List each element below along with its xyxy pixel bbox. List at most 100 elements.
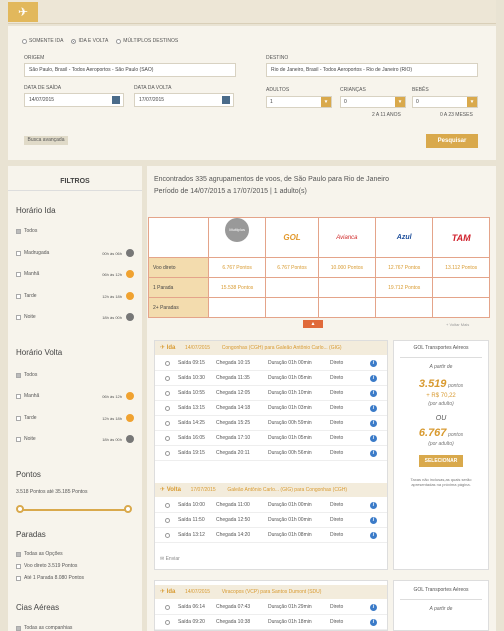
checkbox[interactable] xyxy=(16,436,21,442)
checkbox[interactable] xyxy=(16,415,21,421)
search-button[interactable]: Pesquisar xyxy=(426,134,478,148)
flight-radio[interactable] xyxy=(165,375,170,381)
flight-row[interactable]: Saída 06:14 Chegada 07:43 Duração 01h 29mi… xyxy=(155,600,387,615)
return-date-field[interactable]: 17/07/2015 xyxy=(134,93,234,107)
calendar-icon[interactable] xyxy=(222,96,230,104)
checkbox[interactable] xyxy=(16,314,21,320)
matrix-cell[interactable] xyxy=(317,277,377,298)
volta-filter-tarde[interactable]: Tarde 12h às 18h xyxy=(16,414,134,422)
send-link[interactable]: ✉ Enviar xyxy=(160,556,180,562)
matrix-cell[interactable]: 12.767 Pontos xyxy=(375,257,434,278)
checkbox[interactable] xyxy=(16,551,21,557)
matrix-cell[interactable]: 19.712 Pontos xyxy=(375,277,434,298)
trip-multi[interactable]: MÚLTIPLOS DESTINOS xyxy=(116,38,178,44)
matrix-cell[interactable]: 15.538 Pontos xyxy=(207,277,267,298)
matrix-cell[interactable]: 6.767 Pontos xyxy=(265,257,319,278)
collapse-matrix-button[interactable]: ▴ xyxy=(303,320,323,328)
matrix-cell[interactable] xyxy=(375,297,434,318)
points-slider-max-handle[interactable] xyxy=(124,505,132,513)
matrix-cell[interactable] xyxy=(265,277,319,298)
flight-row[interactable]: Saída 13:12 Chegada 14:20 Duração 01h 08mi… xyxy=(155,528,387,543)
stops-filter-direct[interactable]: Voo direto 3.519 Pontos xyxy=(16,563,77,569)
more-link[interactable]: + Voltar Mais xyxy=(446,322,469,327)
flight-row[interactable]: Saída 11:50 Chegada 12:50 Duração 01h 00mi… xyxy=(155,513,387,528)
flight-radio[interactable] xyxy=(165,532,170,538)
checkbox[interactable] xyxy=(16,372,21,378)
info-icon[interactable]: i xyxy=(370,516,377,524)
flight-radio[interactable] xyxy=(165,390,170,396)
airline-col-tam[interactable]: TAM xyxy=(432,217,490,258)
ida-filter-noite[interactable]: Noite 18h às 00h xyxy=(16,313,134,321)
info-icon[interactable]: i xyxy=(370,531,377,539)
stops-filter-all[interactable]: Todas as Opções xyxy=(16,551,63,557)
matrix-cell[interactable] xyxy=(317,297,377,318)
flight-row[interactable]: Saída 19:15 Chegada 20:11 Duração 00h 56mi… xyxy=(155,446,387,461)
points-slider-min-handle[interactable] xyxy=(16,505,24,513)
flight-row[interactable]: Saída 10:00 Chegada 11:00 Duração 01h 00mi… xyxy=(155,498,387,513)
flight-radio[interactable] xyxy=(165,619,170,625)
matrix-cell[interactable] xyxy=(207,297,267,318)
ida-filter-madrugada[interactable]: Madrugada 00h às 06h xyxy=(16,249,134,257)
flight-row[interactable]: Saída 10:30 Chegada 11:35 Duração 01h 05mi… xyxy=(155,371,387,386)
checkbox[interactable] xyxy=(16,271,21,277)
info-icon[interactable]: i xyxy=(370,419,377,427)
trip-one-way[interactable]: SOMENTE IDA xyxy=(22,38,63,44)
info-icon[interactable]: i xyxy=(370,404,377,412)
flight-row[interactable]: Saída 16:05 Chegada 17:10 Duração 01h 05mi… xyxy=(155,431,387,446)
matrix-cell[interactable] xyxy=(432,277,490,298)
flight-tab[interactable]: ✈ xyxy=(8,2,38,22)
select-button[interactable]: SELECIONAR xyxy=(419,455,463,467)
advanced-search-button[interactable]: Busca avançada xyxy=(24,136,68,145)
info-icon[interactable]: i xyxy=(370,389,377,397)
flight-radio[interactable] xyxy=(165,435,170,441)
volta-filter-noite[interactable]: Noite 18h às 00h xyxy=(16,435,134,443)
airline-col-multiplus[interactable]: Multiplus Pontos xyxy=(207,217,267,258)
flight-row[interactable]: Saída 09:20 Chegada 10:38 Duração 01h 18mi… xyxy=(155,615,387,630)
airline-col-gol[interactable]: GOL xyxy=(265,217,319,258)
flight-radio[interactable] xyxy=(165,604,170,610)
departure-date-field[interactable]: 14/07/2015 xyxy=(24,93,124,107)
checkbox[interactable] xyxy=(16,575,21,581)
checkbox[interactable] xyxy=(16,228,21,234)
stops-filter-one[interactable]: Até 1 Parada 8.080 Pontos xyxy=(16,575,84,581)
checkbox[interactable] xyxy=(16,393,21,399)
airline-col-avianca[interactable]: Avianca xyxy=(317,217,377,258)
flight-radio[interactable] xyxy=(165,517,170,523)
info-icon[interactable]: i xyxy=(370,618,377,626)
info-icon[interactable]: i xyxy=(370,434,377,442)
babies-select[interactable]: 0 ▾ xyxy=(412,96,478,108)
ida-filter-tarde[interactable]: Tarde 12h às 18h xyxy=(16,292,134,300)
checkbox[interactable] xyxy=(16,625,21,631)
flight-row[interactable]: Saída 09:15 Chegada 10:15 Duração 01h 00mi… xyxy=(155,356,387,371)
calendar-icon[interactable] xyxy=(112,96,120,104)
info-icon[interactable]: i xyxy=(370,359,377,367)
airlines-filter-all[interactable]: Todas as companhias xyxy=(16,625,72,631)
volta-filter-all[interactable]: Todos xyxy=(16,372,37,378)
flight-radio[interactable] xyxy=(165,502,170,508)
flight-row[interactable]: Saída 10:55 Chegada 12:05 Duração 01h 10mi… xyxy=(155,386,387,401)
checkbox[interactable] xyxy=(16,250,21,256)
checkbox[interactable] xyxy=(16,293,21,299)
adults-select[interactable]: 1 ▾ xyxy=(266,96,332,108)
flight-radio[interactable] xyxy=(165,360,170,366)
trip-round[interactable]: IDA E VOLTA xyxy=(71,38,108,44)
info-icon[interactable]: i xyxy=(370,374,377,382)
destination-field[interactable]: Rio de Janeiro, Brasil - Todos Aeroporto… xyxy=(266,63,478,77)
matrix-cell[interactable]: 10.000 Pontos xyxy=(317,257,377,278)
matrix-cell[interactable] xyxy=(432,297,490,318)
volta-filter-manha[interactable]: Manhã 06h às 12h xyxy=(16,392,134,400)
ida-filter-manha[interactable]: Manhã 06h às 12h xyxy=(16,270,134,278)
flight-radio[interactable] xyxy=(165,450,170,456)
info-icon[interactable]: i xyxy=(370,501,377,509)
airline-col-azul[interactable]: Azul xyxy=(375,217,434,258)
info-icon[interactable]: i xyxy=(370,449,377,457)
checkbox[interactable] xyxy=(16,563,21,569)
flight-radio[interactable] xyxy=(165,420,170,426)
matrix-cell[interactable] xyxy=(265,297,319,318)
flight-row[interactable]: Saída 14:25 Chegada 15:25 Duração 00h 59mi… xyxy=(155,416,387,431)
flight-radio[interactable] xyxy=(165,405,170,411)
flight-row[interactable]: Saída 13:15 Chegada 14:18 Duração 01h 03mi… xyxy=(155,401,387,416)
origin-field[interactable]: São Paulo, Brasil - Todos Aeroportos - S… xyxy=(24,63,236,77)
children-select[interactable]: 0 ▾ xyxy=(340,96,406,108)
ida-filter-all[interactable]: Todos xyxy=(16,228,37,234)
